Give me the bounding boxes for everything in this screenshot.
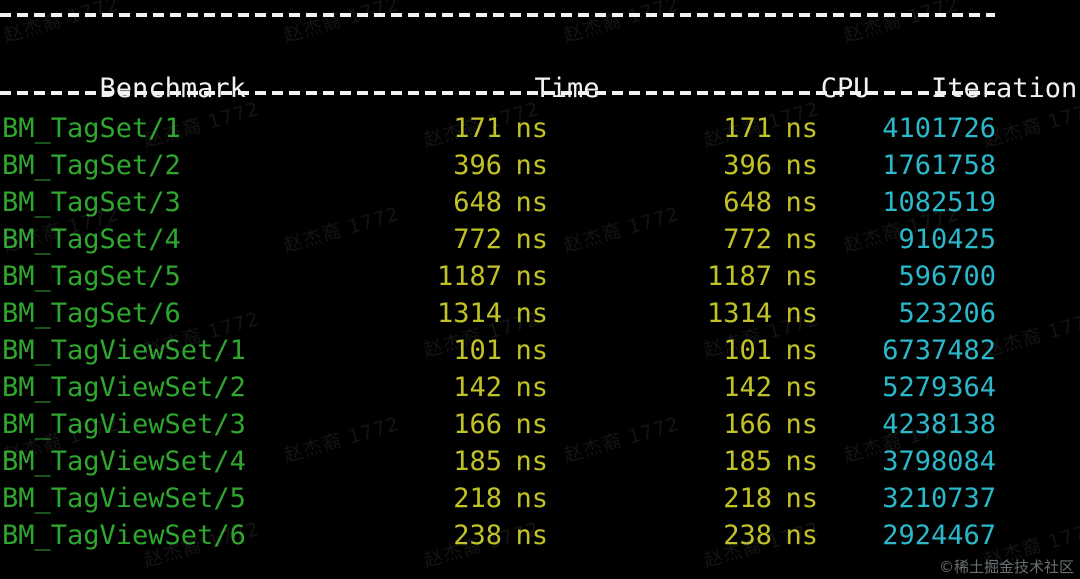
cell-cpu-unit: ns (785, 113, 818, 144)
header-time: Time (534, 73, 600, 104)
table-row: BM_TagViewSet/4 185 ns 185 ns 3798084 (0, 443, 1000, 480)
table-row: BM_TagSet/3 648 ns 648 ns 1082519 (0, 184, 1000, 221)
cell-benchmark: BM_TagSet/1 (2, 113, 181, 144)
cell-cpu: 101 (723, 335, 772, 366)
cell-time-unit: ns (515, 261, 548, 292)
cell-time-unit: ns (515, 520, 548, 551)
cell-cpu-unit: ns (785, 520, 818, 551)
cell-benchmark: BM_TagViewSet/2 (2, 372, 246, 403)
cell-cpu: 171 (723, 113, 772, 144)
table-row: BM_TagSet/5 1187 ns 1187 ns 596700 (0, 258, 1000, 295)
cell-iterations: 3798084 (882, 446, 996, 477)
table-header-row: Benchmark Time CPU Iterations (0, 33, 1080, 104)
cell-time: 1314 (436, 298, 502, 329)
cell-iterations: 1082519 (882, 187, 996, 218)
header-benchmark: Benchmark (99, 73, 246, 104)
table-rule-under-header (0, 91, 995, 95)
site-watermark: ©稀土掘金技术社区 (938, 558, 1074, 576)
cell-iterations: 6737482 (882, 335, 996, 366)
table-row: BM_TagSet/6 1314 ns 1314 ns 523206 (0, 295, 1000, 332)
cell-time: 101 (453, 335, 502, 366)
table-row: BM_TagViewSet/2 142 ns 142 ns 5279364 (0, 369, 1000, 406)
terminal-output: 赵杰裔 1772 赵杰裔 1772 赵杰裔 1772 赵杰裔 1772 赵杰裔 1772… (0, 0, 1080, 579)
cell-cpu: 648 (723, 187, 772, 218)
cell-benchmark: BM_TagSet/5 (2, 261, 181, 292)
cell-cpu-unit: ns (785, 483, 818, 514)
cell-time: 648 (453, 187, 502, 218)
cell-iterations: 2924467 (882, 520, 996, 551)
table-rule-top (0, 13, 995, 17)
cell-benchmark: BM_TagSet/6 (2, 298, 181, 329)
cell-iterations: 1761758 (882, 150, 996, 181)
cell-cpu-unit: ns (785, 409, 818, 440)
cell-benchmark: BM_TagSet/4 (2, 224, 181, 255)
cell-iterations: 596700 (898, 261, 996, 292)
table-row: BM_TagViewSet/3 166 ns 166 ns 4238138 (0, 406, 1000, 443)
cell-iterations: 4238138 (882, 409, 996, 440)
cell-benchmark: BM_TagViewSet/3 (2, 409, 246, 440)
cell-iterations: 4101726 (882, 113, 996, 144)
cell-iterations: 3210737 (882, 483, 996, 514)
cell-cpu: 185 (723, 446, 772, 477)
cell-time: 238 (453, 520, 502, 551)
cell-time-unit: ns (515, 372, 548, 403)
cell-time: 218 (453, 483, 502, 514)
cell-cpu-unit: ns (785, 298, 818, 329)
cell-cpu: 396 (723, 150, 772, 181)
cell-iterations: 910425 (898, 224, 996, 255)
cell-benchmark: BM_TagViewSet/5 (2, 483, 246, 514)
cell-cpu-unit: ns (785, 446, 818, 477)
cell-cpu: 238 (723, 520, 772, 551)
cell-cpu: 1314 (706, 298, 772, 329)
cell-time-unit: ns (515, 298, 548, 329)
cell-cpu-unit: ns (785, 261, 818, 292)
cell-time: 396 (453, 150, 502, 181)
cell-benchmark: BM_TagSet/2 (2, 150, 181, 181)
cell-time-unit: ns (515, 224, 548, 255)
table-row: BM_TagSet/2 396 ns 396 ns 1761758 (0, 147, 1000, 184)
cell-benchmark: BM_TagViewSet/4 (2, 446, 246, 477)
cell-time-unit: ns (515, 187, 548, 218)
cell-cpu-unit: ns (785, 224, 818, 255)
table-row: BM_TagSet/4 772 ns 772 ns 910425 (0, 221, 1000, 258)
table-row: BM_TagViewSet/6 238 ns 238 ns 2924467 (0, 517, 1000, 554)
cell-cpu-unit: ns (785, 187, 818, 218)
cell-time-unit: ns (515, 483, 548, 514)
cell-time: 185 (453, 446, 502, 477)
cell-benchmark: BM_TagSet/3 (2, 187, 181, 218)
cell-time: 142 (453, 372, 502, 403)
cell-cpu: 218 (723, 483, 772, 514)
cell-iterations: 5279364 (882, 372, 996, 403)
table-row: BM_TagViewSet/1 101 ns 101 ns 6737482 (0, 332, 1000, 369)
cell-cpu-unit: ns (785, 335, 818, 366)
cell-time: 772 (453, 224, 502, 255)
cell-cpu-unit: ns (785, 150, 818, 181)
cell-iterations: 523206 (898, 298, 996, 329)
cell-cpu-unit: ns (785, 372, 818, 403)
cell-time-unit: ns (515, 409, 548, 440)
header-cpu: CPU (820, 73, 870, 104)
table-row: BM_TagSet/1 171 ns 171 ns 4101726 (0, 110, 1000, 147)
cell-cpu: 1187 (706, 261, 772, 292)
header-iterations: Iterations (930, 73, 1080, 104)
cell-time-unit: ns (515, 150, 548, 181)
cell-time: 1187 (436, 261, 502, 292)
cell-time: 166 (453, 409, 502, 440)
cell-benchmark: BM_TagViewSet/6 (2, 520, 246, 551)
cell-cpu: 142 (723, 372, 772, 403)
table-row: BM_TagViewSet/5 218 ns 218 ns 3210737 (0, 480, 1000, 517)
cell-time-unit: ns (515, 113, 548, 144)
cell-cpu: 166 (723, 409, 772, 440)
cell-time-unit: ns (515, 446, 548, 477)
cell-time: 171 (453, 113, 502, 144)
cell-benchmark: BM_TagViewSet/1 (2, 335, 246, 366)
cell-cpu: 772 (723, 224, 772, 255)
cell-time-unit: ns (515, 335, 548, 366)
